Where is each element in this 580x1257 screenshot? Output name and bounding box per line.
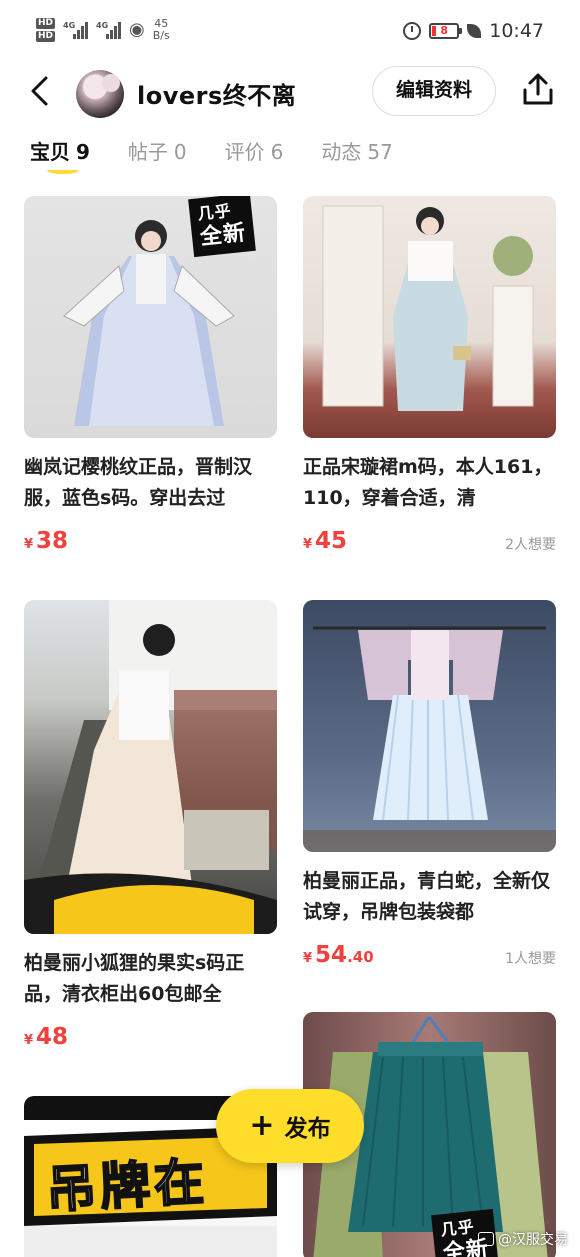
- product-card[interactable]: 正品宋璇裙m码，本人161，110，穿着合适，清 ¥45 2人想要: [303, 196, 556, 558]
- product-image: 几乎 全新: [24, 196, 277, 438]
- app-screen: HD HD 4G 4G ◉ 45 B/s 8 10:47 lovers终不离 编…: [0, 0, 580, 1257]
- username: lovers终不离: [137, 82, 297, 110]
- clock-time: 10:47: [489, 20, 544, 42]
- watermark-app-icon: [478, 1232, 494, 1246]
- currency-symbol: ¥: [24, 1033, 34, 1048]
- product-price: ¥38: [24, 528, 68, 554]
- product-image: [303, 600, 556, 852]
- alarm-icon: [403, 22, 422, 40]
- network-speed: 45 B/s: [153, 18, 170, 42]
- tab-items[interactable]: 宝贝 9: [30, 136, 90, 186]
- signal-sim2-icon: 4G: [96, 21, 122, 39]
- currency-symbol: ¥: [24, 537, 34, 552]
- status-bar: HD HD 4G 4G ◉ 45 B/s 8 10:47: [0, 0, 580, 62]
- edit-profile-button[interactable]: 编辑资料: [372, 66, 496, 116]
- tag-banner-text: 吊牌在: [44, 1152, 211, 1220]
- price-decimal: .40: [347, 948, 374, 966]
- almost-new-badge: 几乎 全新: [188, 196, 256, 258]
- profile-tabs: 宝贝 9 帖子 0 评价 6 动态 57: [30, 136, 431, 186]
- product-price: ¥54.40: [303, 942, 374, 968]
- product-price: ¥45: [303, 528, 347, 554]
- share-button[interactable]: [520, 72, 556, 108]
- product-image: [24, 600, 277, 934]
- product-meta: ¥48: [24, 1024, 277, 1054]
- product-price: ¥48: [24, 1024, 68, 1050]
- tab-posts-label: 帖子: [127, 140, 168, 164]
- signal-sim1-icon: 4G: [63, 21, 89, 39]
- product-image: [303, 196, 556, 438]
- currency-symbol: ¥: [303, 951, 313, 966]
- tab-posts[interactable]: 帖子 0: [128, 136, 187, 186]
- publish-button[interactable]: + 发布: [216, 1089, 364, 1163]
- battery-level: 8: [440, 24, 449, 37]
- power-saving-icon: [467, 24, 482, 38]
- plus-icon: +: [249, 1108, 275, 1143]
- badge-line-2: 全新: [198, 220, 248, 251]
- product-meta: ¥45 2人想要: [303, 528, 556, 558]
- tab-items-label: 宝贝: [30, 140, 70, 164]
- watermark: @汉服交易: [478, 1229, 568, 1249]
- price-value: 38: [36, 528, 69, 554]
- tab-posts-count: 0: [173, 140, 187, 164]
- model-photo: [322, 205, 534, 411]
- product-title: 柏曼丽小狐狸的果实s码正品，清衣柜出60包邮全: [24, 952, 245, 1005]
- want-count: 1人想要: [505, 951, 556, 967]
- publish-label: 发布: [284, 1116, 331, 1142]
- chevron-left-icon: [31, 76, 48, 106]
- model-photo: [24, 600, 277, 934]
- product-meta: ¥38: [24, 528, 277, 558]
- sim2-network-type: 4G: [96, 21, 109, 30]
- tab-reviews-count: 6: [270, 140, 284, 164]
- product-card[interactable]: 几乎 全新 幽岚记樱桃纹正品，晋制汉服，蓝色s码。穿出去过 ¥38: [24, 196, 277, 558]
- sim1-network-type: 4G: [63, 21, 76, 30]
- price-value: 54: [315, 942, 348, 968]
- tab-activity-count: 57: [367, 140, 393, 164]
- tab-reviews[interactable]: 评价 6: [225, 136, 284, 186]
- wifi-icon: ◉: [129, 19, 145, 40]
- product-title: 正品宋璇裙m码，本人161，110，穿着合适，清: [303, 456, 553, 509]
- avatar[interactable]: [76, 70, 124, 118]
- hd-indicator-2: HD: [36, 31, 56, 42]
- product-title: 幽岚记樱桃纹正品，晋制汉服，蓝色s码。穿出去过: [24, 456, 253, 509]
- tab-items-count: 9: [76, 140, 90, 164]
- product-title: 柏曼丽正品，青白蛇，全新仅试穿，吊牌包装袋都: [303, 870, 551, 923]
- battery-icon: 8: [429, 23, 463, 39]
- profile-header: lovers终不离 编辑资料: [0, 62, 580, 120]
- product-meta: ¥54.40 1人想要: [303, 942, 556, 972]
- active-tab-indicator: [47, 166, 79, 174]
- hanfu-display-photo: [303, 626, 556, 852]
- tab-activity[interactable]: 动态 57: [321, 136, 392, 186]
- share-upload-icon: [523, 73, 553, 105]
- hd-indicator-1: HD: [36, 18, 56, 29]
- status-left: HD HD 4G 4G ◉ 45 B/s: [36, 18, 170, 42]
- hd-indicators: HD HD: [36, 18, 56, 42]
- currency-symbol: ¥: [303, 537, 313, 552]
- price-value: 45: [315, 528, 348, 554]
- status-right: 8 10:47: [403, 20, 544, 42]
- price-value: 48: [36, 1024, 69, 1050]
- tab-reviews-label: 评价: [224, 140, 265, 164]
- back-button[interactable]: [26, 74, 56, 108]
- product-card[interactable]: 柏曼丽小狐狸的果实s码正品，清衣柜出60包邮全 ¥48: [24, 600, 277, 1054]
- tab-activity-label: 动态: [321, 140, 362, 164]
- watermark-text: @汉服交易: [498, 1232, 568, 1248]
- network-speed-unit: B/s: [152, 29, 170, 42]
- want-count: 2人想要: [505, 537, 556, 553]
- product-card[interactable]: 柏曼丽正品，青白蛇，全新仅试穿，吊牌包装袋都 ¥54.40 1人想要: [303, 600, 556, 972]
